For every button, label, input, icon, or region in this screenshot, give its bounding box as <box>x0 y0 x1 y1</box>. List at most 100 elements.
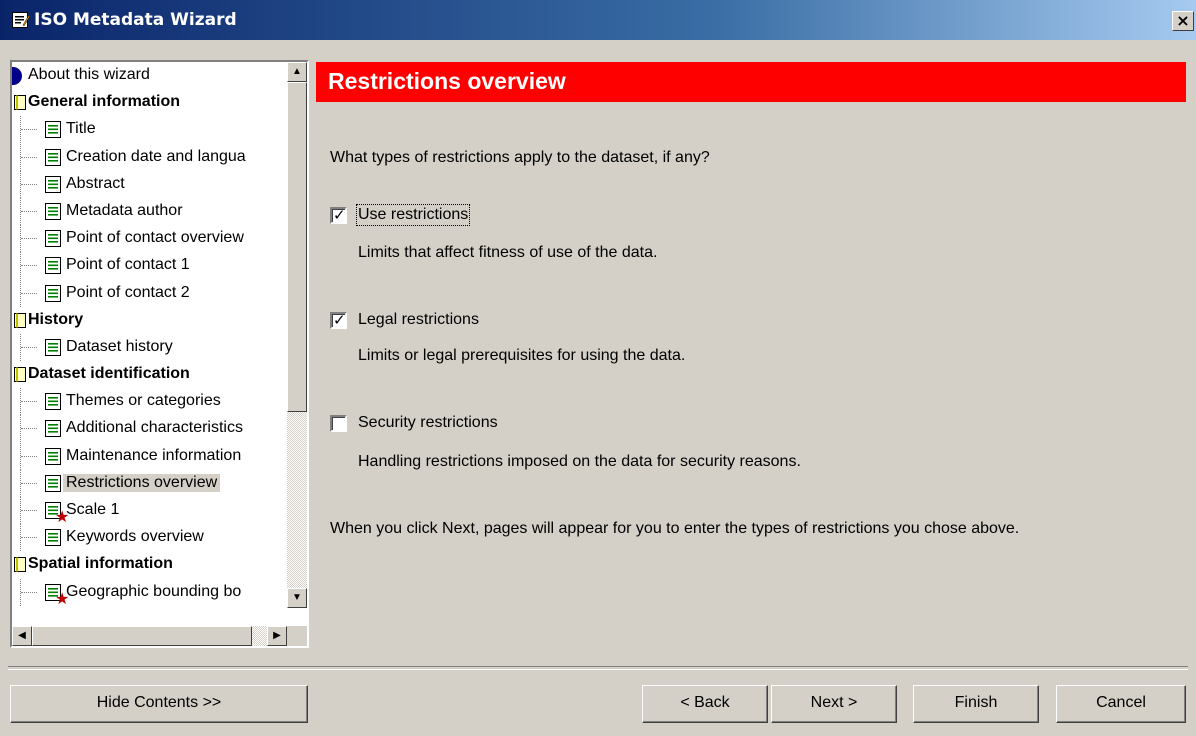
tree-item-label: Spatial information <box>28 555 173 573</box>
page-icon <box>45 338 61 356</box>
next-button[interactable]: Next > <box>771 685 897 723</box>
page-title: Restrictions overview <box>328 68 566 94</box>
book-icon <box>14 367 26 383</box>
scroll-up-button[interactable]: ▲ <box>287 62 307 82</box>
legal-restrictions-checkbox[interactable]: ✓ <box>330 311 347 329</box>
tree-item[interactable]: Point of contact overview <box>12 225 280 253</box>
tree-connector <box>21 210 37 212</box>
page-icon <box>45 121 61 139</box>
tree-item-label: Keywords overview <box>66 528 204 546</box>
tree-item-label: General information <box>28 93 181 111</box>
page-icon <box>45 284 61 302</box>
tree-item-label: Dataset history <box>66 337 173 355</box>
tree-item[interactable]: Abstract <box>12 170 280 198</box>
tree-item[interactable]: Point of contact 1 <box>12 252 280 280</box>
wizard-app-icon <box>12 12 30 28</box>
tree-item[interactable]: Maintenance information <box>12 442 280 470</box>
tree-item-label: History <box>28 310 84 328</box>
tree-connector <box>21 238 37 240</box>
tree-item[interactable]: ★ Geographic bounding bo <box>12 578 280 607</box>
security-restrictions-description: Handling restrictions imposed on the dat… <box>358 453 801 470</box>
legal-restrictions-check-icon: ✓ <box>333 311 346 329</box>
tree-section[interactable]: Dataset identification <box>12 361 280 388</box>
tree-connector <box>21 346 37 348</box>
use-restrictions-description: Limits that affect fitness of use of the… <box>358 244 658 261</box>
tree-horizontal-scrollbar[interactable]: ◀ ▶ <box>12 626 287 646</box>
page-icon <box>45 474 61 492</box>
finish-button[interactable]: Finish <box>913 685 1039 723</box>
book-icon <box>14 312 26 328</box>
tree-connector <box>21 455 37 457</box>
close-button[interactable]: × <box>1172 11 1194 31</box>
tree-item-label: Dataset identification <box>28 365 190 383</box>
tree-vertical-scrollbar[interactable]: ▲ ▼ <box>287 62 307 608</box>
tree-item[interactable]: Point of contact 2 <box>12 279 280 307</box>
tree-item-label: Point of contact overview <box>66 229 244 247</box>
tree-section[interactable]: Spatial information <box>12 551 280 578</box>
use-restrictions-checkbox[interactable]: ✓ <box>330 206 347 224</box>
scroll-down-icon: ▼ <box>292 592 302 603</box>
tree-item[interactable]: About this wizard <box>12 62 280 89</box>
tree-item-label: Maintenance information <box>66 446 242 464</box>
tree-item[interactable]: Themes or categories <box>12 388 280 416</box>
page-icon <box>45 230 61 248</box>
button-separator <box>8 666 1188 670</box>
horizontal-scroll-thumb[interactable] <box>32 626 252 646</box>
use-restrictions-label[interactable]: Use restrictions <box>355 204 471 226</box>
tree-item-label: Title <box>66 120 96 138</box>
page-title-banner: Restrictions overview <box>316 62 1186 102</box>
info-icon <box>12 67 22 85</box>
tree-item-label: Restrictions overview <box>63 473 221 492</box>
legal-restrictions-description: Limits or legal prerequisites for using … <box>358 347 686 364</box>
restrictions-question: What types of restrictions apply to the … <box>330 149 710 166</box>
tree-section[interactable]: History <box>12 307 280 334</box>
close-icon: × <box>1176 11 1190 30</box>
contents-tree-list: About this wizard General information Titl… <box>12 62 280 607</box>
tree-connector <box>21 156 37 158</box>
tree-item[interactable]: Dataset history <box>12 333 280 361</box>
tree-connector <box>21 537 37 539</box>
tree-item-label: Geographic bounding bo <box>66 582 242 600</box>
tree-item-label: Themes or categories <box>66 392 221 410</box>
page-icon <box>45 257 61 275</box>
tree-item[interactable]: Metadata author <box>12 197 280 225</box>
tree-item[interactable]: Keywords overview <box>12 524 280 552</box>
scroll-right-button[interactable]: ▶ <box>267 626 287 646</box>
title-bar: ISO Metadata Wizard × <box>0 0 1196 40</box>
contents-tree[interactable]: About this wizard General information Titl… <box>10 60 309 648</box>
legal-restrictions-label[interactable]: Legal restrictions <box>358 311 479 329</box>
security-restrictions-checkbox[interactable] <box>330 415 347 432</box>
tree-item-label: Creation date and langua <box>66 147 246 165</box>
back-button[interactable]: < Back <box>642 685 768 723</box>
tree-item-label: Point of contact 1 <box>66 256 190 274</box>
page-icon <box>45 148 61 166</box>
book-icon <box>14 95 26 111</box>
tree-connector <box>21 183 37 185</box>
tree-section[interactable]: General information <box>12 89 280 116</box>
tree-item[interactable]: Restrictions overview <box>12 469 280 497</box>
tree-item[interactable]: Additional characteristics <box>12 415 280 443</box>
scroll-up-icon: ▲ <box>292 66 302 77</box>
tree-item[interactable]: Title <box>12 116 280 144</box>
page-icon <box>45 202 61 220</box>
tree-connector <box>21 292 37 294</box>
tree-item-label: Point of contact 2 <box>66 283 190 301</box>
scroll-left-button[interactable]: ◀ <box>12 626 32 646</box>
footer-note: When you click Next, pages will appear f… <box>330 520 1020 537</box>
tree-item[interactable]: Creation date and langua <box>12 143 280 171</box>
cancel-button[interactable]: Cancel <box>1056 685 1186 723</box>
tree-connector <box>21 129 37 131</box>
scroll-left-icon: ◀ <box>18 630 26 641</box>
tree-connector <box>21 482 37 484</box>
tree-item[interactable]: ★ Scale 1 <box>12 497 280 526</box>
tree-item-label: About this wizard <box>28 66 150 83</box>
scrollbar-corner <box>287 626 307 646</box>
tree-connector <box>21 401 37 403</box>
hide-contents-button[interactable]: Hide Contents >> <box>10 685 308 723</box>
page-icon <box>45 175 61 193</box>
page-icon <box>45 447 61 465</box>
security-restrictions-label[interactable]: Security restrictions <box>358 414 498 432</box>
tree-connector <box>21 591 37 593</box>
scroll-down-button[interactable]: ▼ <box>287 588 307 608</box>
vertical-scroll-thumb[interactable] <box>287 82 307 412</box>
